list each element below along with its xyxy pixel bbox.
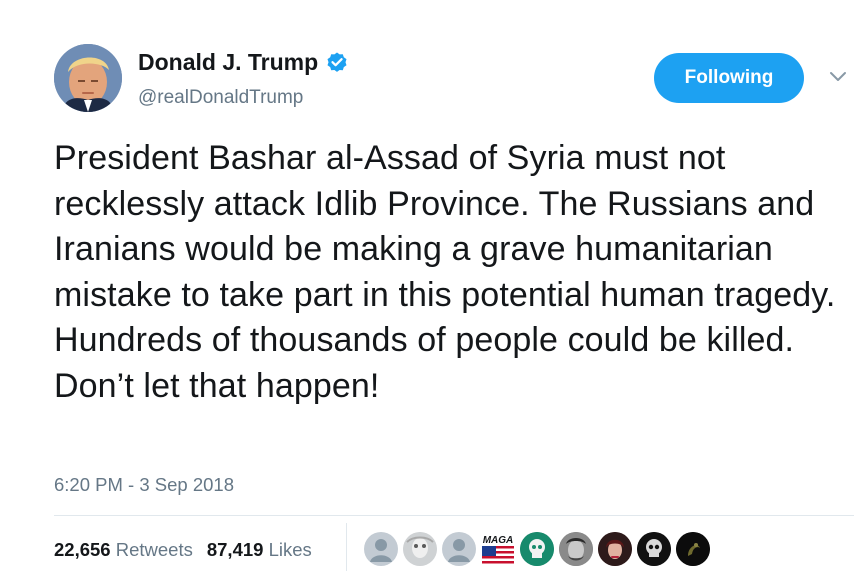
skull-avatar-icon[interactable] [637, 532, 671, 566]
tweet-card: Donald J. Trump @realDonaldTrump Followi… [0, 0, 862, 572]
chevron-down-icon[interactable] [828, 70, 848, 84]
retweets-label: Retweets [115, 539, 193, 560]
skull-avatar-icon[interactable] [520, 532, 554, 566]
likes-count: 87,419 [206, 539, 264, 560]
maga-flag-avatar-icon[interactable]: MAGA [481, 532, 515, 566]
photo-avatar-icon[interactable] [559, 532, 593, 566]
verified-badge-icon [325, 51, 349, 75]
stats-separator [346, 523, 347, 571]
author-display-name[interactable]: Donald J. Trump [138, 49, 318, 76]
author-avatar-image [54, 44, 122, 112]
likes-stat[interactable]: 87,419 Likes [207, 539, 312, 561]
following-button[interactable]: Following [654, 53, 804, 103]
tweet-timestamp[interactable]: 6:20 PM - 3 Sep 2018 [54, 474, 234, 496]
author-name-row: Donald J. Trump [138, 49, 349, 76]
divider [54, 515, 854, 516]
author-avatar[interactable] [54, 44, 122, 112]
default-avatar-icon[interactable] [364, 532, 398, 566]
maga-label: MAGA [482, 534, 514, 546]
author-handle[interactable]: @realDonaldTrump [138, 87, 303, 109]
liker-avatars: MAGA [364, 531, 715, 567]
photo-avatar-icon[interactable] [403, 532, 437, 566]
photo-avatar-icon[interactable] [598, 532, 632, 566]
default-avatar-icon[interactable] [442, 532, 476, 566]
retweets-stat[interactable]: 22,656 Retweets [54, 539, 193, 561]
tweet-text: President Bashar al-Assad of Syria must … [54, 139, 836, 405]
tweet-stats: 22,656 Retweets 87,419 Likes [54, 539, 312, 561]
retweets-count: 22,656 [54, 539, 111, 560]
likes-label: Likes [268, 539, 312, 560]
photo-avatar-icon[interactable] [676, 532, 710, 566]
